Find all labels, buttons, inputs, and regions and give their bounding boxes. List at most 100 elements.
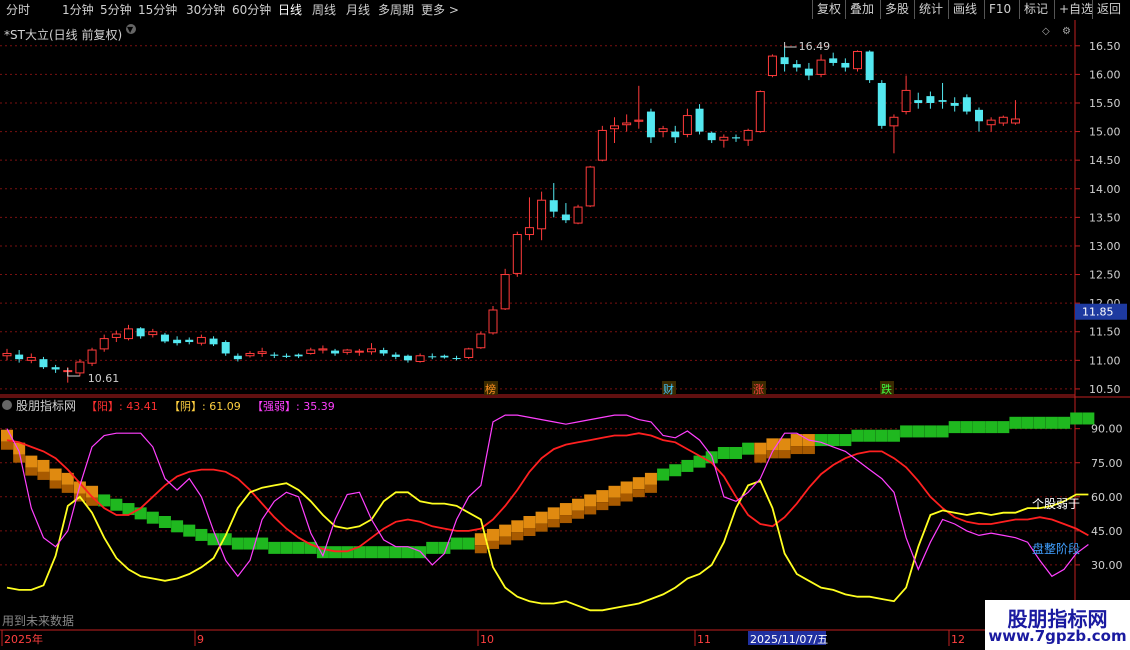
candle-body <box>257 351 267 354</box>
stack-block <box>887 429 900 442</box>
candle-body <box>342 349 352 353</box>
period-tab-2[interactable]: 5分钟 <box>100 0 132 20</box>
future-data-note: 用到未来数据 <box>2 613 74 628</box>
period-tab-9[interactable]: 多周期 <box>378 0 414 20</box>
toolbar-button-1[interactable]: 叠加 <box>845 0 878 19</box>
price-tick-label: 11.50 <box>1089 326 1121 339</box>
period-tab-3[interactable]: 15分钟 <box>138 0 177 20</box>
candle-body <box>306 349 316 354</box>
candle-body <box>245 352 255 357</box>
stack-block <box>1058 416 1071 429</box>
candle-body <box>682 115 692 135</box>
stack-block-shade <box>584 506 597 515</box>
stack-block <box>839 434 852 447</box>
candle-body <box>209 338 218 345</box>
candle-body <box>622 122 632 126</box>
stack-block <box>584 494 597 507</box>
price-tick-label: 10.50 <box>1089 383 1121 396</box>
period-tab-5[interactable]: 60分钟 <box>232 0 271 20</box>
toolbar-button-4[interactable]: 画线 <box>948 0 981 19</box>
candle-body <box>331 350 340 354</box>
candle-body <box>755 91 765 133</box>
candle-body <box>415 355 425 362</box>
stack-block <box>985 421 998 434</box>
indicator-dropdown-icon <box>2 400 12 410</box>
period-tab-6[interactable]: 日线 <box>278 0 302 20</box>
period-tab-4[interactable]: 30分钟 <box>186 0 225 20</box>
candle-body <box>2 352 12 357</box>
candle-body <box>816 59 826 75</box>
stack-block <box>268 541 281 554</box>
title-dropdown-glyph: ▼ <box>127 25 134 34</box>
candle-body <box>428 356 437 358</box>
indicator-tick-label: 90.00 <box>1091 423 1123 436</box>
stack-block <box>559 503 572 516</box>
stack-block-shade <box>523 527 536 536</box>
stack-block <box>487 528 499 541</box>
candle-body <box>962 97 971 112</box>
candle-body <box>282 355 291 357</box>
period-tab-10[interactable]: 更多 > <box>421 0 459 20</box>
main-panel-grid <box>0 20 1076 630</box>
date-axis: 2025年 9 10 11 12 2025/11/07/五 <box>0 629 1130 646</box>
indicator-line-强弱 <box>6 414 1089 578</box>
candle-body <box>124 328 133 340</box>
logo-url: www.7gpzb.com <box>988 627 1127 645</box>
event-marker-3: 跌 <box>881 382 892 396</box>
period-tab-7[interactable]: 周线 <box>312 0 336 20</box>
stack-block-shade <box>620 493 633 502</box>
toolbar-button-0[interactable]: 复权 <box>812 0 845 19</box>
stack-block <box>450 537 463 550</box>
stack-block <box>256 537 269 550</box>
stack-block <box>511 520 524 533</box>
stack-block <box>389 546 402 559</box>
stack-block <box>195 528 208 541</box>
stack-block-shade <box>49 480 62 489</box>
stack-block <box>292 541 305 554</box>
candle-body <box>767 55 777 77</box>
toolbar-button-3[interactable]: 统计 <box>914 0 947 19</box>
candle-body <box>367 348 376 353</box>
candle-body <box>221 342 230 354</box>
stack-block-shade <box>25 467 38 476</box>
stack-block-shade <box>37 471 50 480</box>
candle-body <box>804 68 813 76</box>
stack-block <box>1033 416 1046 429</box>
stack-block-shade <box>511 532 524 541</box>
stack-block <box>1021 416 1034 429</box>
stack-block <box>146 511 159 524</box>
indicator-series <box>1 412 1095 612</box>
stack-block <box>875 429 888 442</box>
candle-body <box>998 116 1008 124</box>
toolbar-button-8[interactable]: 返回 <box>1092 0 1125 19</box>
toolbar-button-6[interactable]: 标记 <box>1019 0 1052 19</box>
period-tab-1[interactable]: 1分钟 <box>62 0 94 20</box>
stack-block <box>657 468 670 481</box>
candle-body <box>87 349 97 364</box>
stack-block-shade <box>596 502 609 511</box>
toolbar-button-5[interactable]: F10 <box>984 0 1015 19</box>
stack-block <box>669 464 682 477</box>
period-tab-8[interactable]: 月线 <box>346 0 370 20</box>
stack-block <box>681 459 694 472</box>
candle-body <box>452 358 461 360</box>
toolbar-button-2[interactable]: 多股 <box>880 0 913 19</box>
chart-labels: *ST大立(日线 前复权) ▼ ◇ ⚙ 16.49 10.61 榜 财 涨 跌 11.85 股朋指标网… <box>2 24 1127 628</box>
indicator-value-2: 【强弱】: 35.39 <box>252 400 335 413</box>
candle-body <box>233 355 242 360</box>
price-axis: 10.5011.0011.5012.0012.5013.0013.5014.00… <box>1075 40 1121 396</box>
stack-block <box>231 537 244 550</box>
candle-body <box>1010 118 1020 124</box>
stack-block <box>110 498 123 511</box>
stack-block <box>851 429 864 442</box>
stack-block-shade <box>790 446 803 455</box>
stack-block <box>535 511 548 524</box>
toolbar-button-7[interactable]: +自选 <box>1054 0 1097 19</box>
period-tab-0[interactable]: 分时 <box>6 0 30 20</box>
stack-block-shade <box>778 450 791 459</box>
stack-block <box>924 425 937 438</box>
candle-body <box>549 200 558 212</box>
end-label-consolidation: 盘整阶段 <box>1032 541 1080 556</box>
stack-block <box>754 442 767 455</box>
price-tick-label: 11.00 <box>1089 354 1121 367</box>
